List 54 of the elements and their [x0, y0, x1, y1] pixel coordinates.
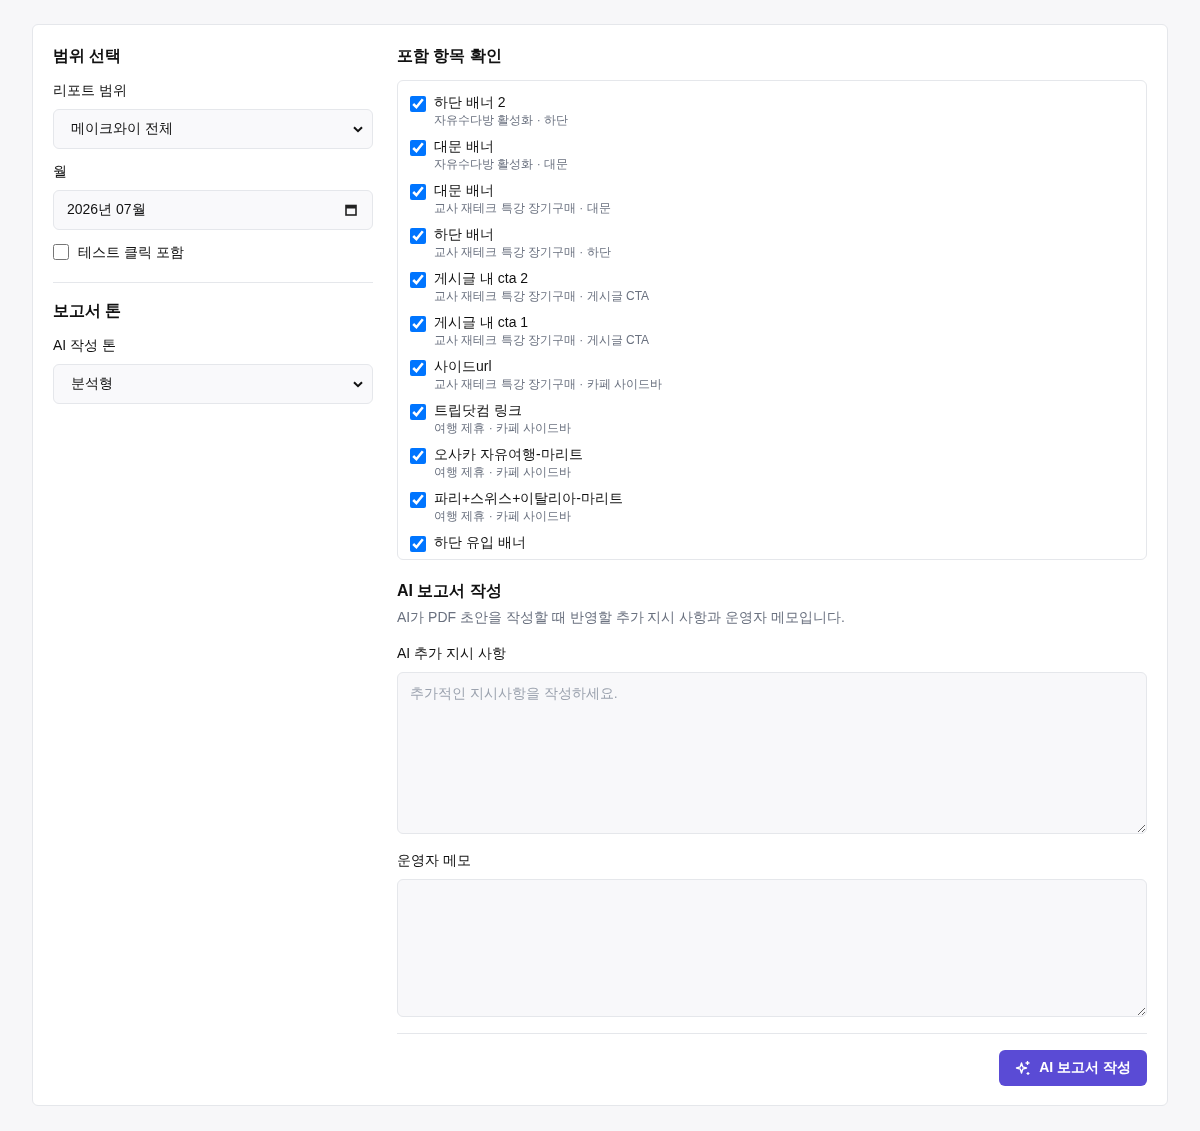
section-description: AI가 PDF 초안을 작성할 때 반영할 추가 지시 사항과 운영자 메모입니다. — [397, 608, 846, 627]
item-title: 사이드url — [434, 357, 493, 376]
generate-report-button[interactable]: AI 보고서 작성 — [999, 1050, 1147, 1086]
instructions-field[interactable]: 추가적인 지시사항을 작성하세요. — [397, 672, 1147, 834]
checkbox[interactable] — [410, 360, 426, 376]
sparkle-icon — [1015, 1060, 1032, 1076]
memo-field[interactable] — [397, 879, 1147, 1017]
checkbox-label: 테스트 클릭 포함 — [78, 243, 184, 262]
item-detail: 여행 제휴 · 카페 사이드바 — [434, 508, 573, 524]
item-title: 하단 배너 2 — [434, 93, 507, 112]
item-title: 오사카 자유여행-마리트 — [434, 445, 583, 464]
field-label: 리포트 범위 — [53, 81, 128, 100]
chevron-down-icon — [353, 125, 363, 133]
checkbox[interactable] — [53, 244, 69, 260]
checkbox[interactable] — [410, 184, 426, 200]
section-heading: 포함 항목 확인 — [397, 46, 503, 66]
item-title: 대문 배너 — [434, 137, 495, 156]
item-detail: 여행 제휴 · 카페 사이드바 — [434, 464, 573, 480]
item-title: 트립닷컴 링크 — [434, 401, 523, 420]
item-detail: 교사 재테크 특강 장기구매 · 게시글 CTA — [434, 288, 650, 304]
item-detail: 교사 재테크 특강 장기구매 · 대문 — [434, 200, 611, 216]
item-title: 게시글 내 cta 1 — [434, 313, 530, 332]
section-heading: AI 보고서 작성 — [397, 581, 503, 601]
checkbox[interactable] — [410, 492, 426, 508]
item-title: 대문 배너 — [434, 181, 495, 200]
checkbox[interactable] — [410, 316, 426, 332]
checkbox[interactable] — [410, 448, 426, 464]
field-label: AI 추가 지시 사항 — [397, 644, 507, 663]
item-detail: 교사 재테크 특강 장기구매 · 게시글 CTA — [434, 332, 650, 348]
checkbox[interactable] — [410, 96, 426, 112]
field-label: AI 작성 톤 — [53, 336, 117, 355]
checkbox[interactable] — [410, 140, 426, 156]
ai-tone-dropdown[interactable]: 분석형 — [53, 364, 373, 404]
field-label: 운영자 메모 — [397, 851, 472, 870]
calendar-icon — [345, 204, 357, 216]
checkbox[interactable] — [410, 404, 426, 420]
chevron-down-icon — [353, 380, 363, 388]
item-detail: 교사 재테크 특강 장기구매 · 카페 사이드바 — [434, 376, 662, 392]
month-picker-field[interactable]: 2026년 07월 — [53, 190, 373, 230]
item-title: 게시글 내 cta 2 — [434, 269, 530, 288]
report-scope-dropdown[interactable]: 메이크와이 전체 — [53, 109, 373, 149]
field-label: 월 — [53, 162, 68, 181]
item-detail: 교사 재테크 특강 장기구매 · 하단 — [434, 244, 611, 260]
item-detail: 자유수다방 활성화 · 하단 — [434, 112, 568, 128]
section-heading: 범위 선택 — [53, 46, 123, 66]
item-detail: 여행 제휴 · 카페 사이드바 — [434, 420, 572, 436]
checkbox[interactable] — [410, 536, 426, 552]
section-heading: 보고서 톤 — [53, 301, 123, 321]
item-title: 하단 유입 배너 — [434, 533, 526, 552]
item-title: 하단 배너 — [434, 225, 495, 244]
checkbox[interactable] — [410, 228, 426, 244]
item-title: 파리+스위스+이탈리아-마리트 — [434, 489, 623, 508]
checkbox[interactable] — [410, 272, 426, 288]
item-detail: 자유수다방 활성화 · 대문 — [434, 156, 568, 172]
